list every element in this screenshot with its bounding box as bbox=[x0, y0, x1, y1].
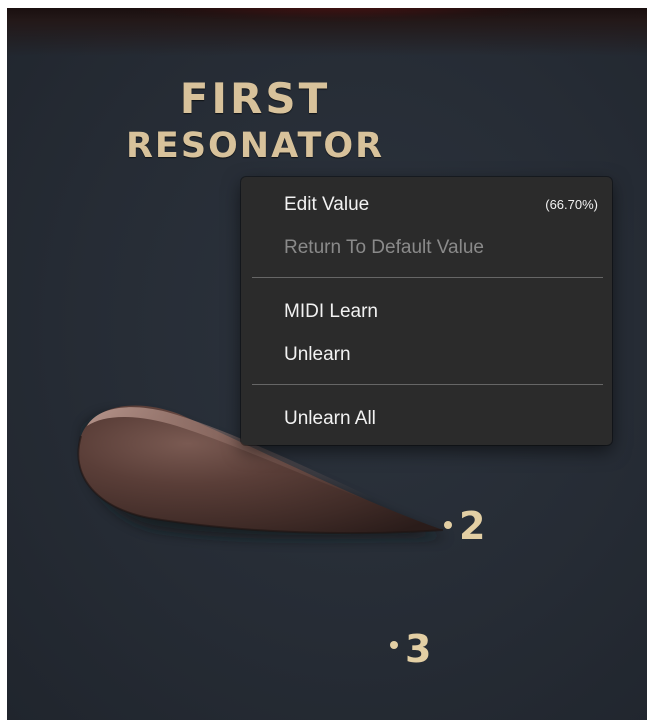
scale-mark-2: 2 bbox=[459, 504, 486, 548]
menu-item-unlearn-all[interactable]: Unlearn All bbox=[241, 401, 612, 437]
menu-item-return-to-default: Return To Default Value bbox=[284, 237, 484, 258]
scale-dot-3 bbox=[390, 641, 398, 649]
menu-item-edit-value[interactable]: Edit Value (66.70%) bbox=[241, 187, 612, 223]
plugin-panel: FIRST RESONATOR 2 3 Edit Value (66.70%) … bbox=[7, 8, 647, 720]
menu-item-midi-learn[interactable]: MIDI Learn bbox=[241, 294, 612, 330]
menu-separator bbox=[252, 277, 603, 278]
menu-item-edit-value-label: Edit Value bbox=[284, 194, 370, 215]
menu-item-unlearn[interactable]: Unlearn bbox=[241, 337, 612, 373]
menu-separator bbox=[252, 384, 603, 385]
scale-dot-2 bbox=[444, 521, 452, 529]
current-value-readout: (66.70%) bbox=[545, 197, 598, 212]
knob-context-menu: Edit Value (66.70%) Return To Default Va… bbox=[241, 177, 612, 445]
scale-mark-3: 3 bbox=[405, 627, 432, 671]
